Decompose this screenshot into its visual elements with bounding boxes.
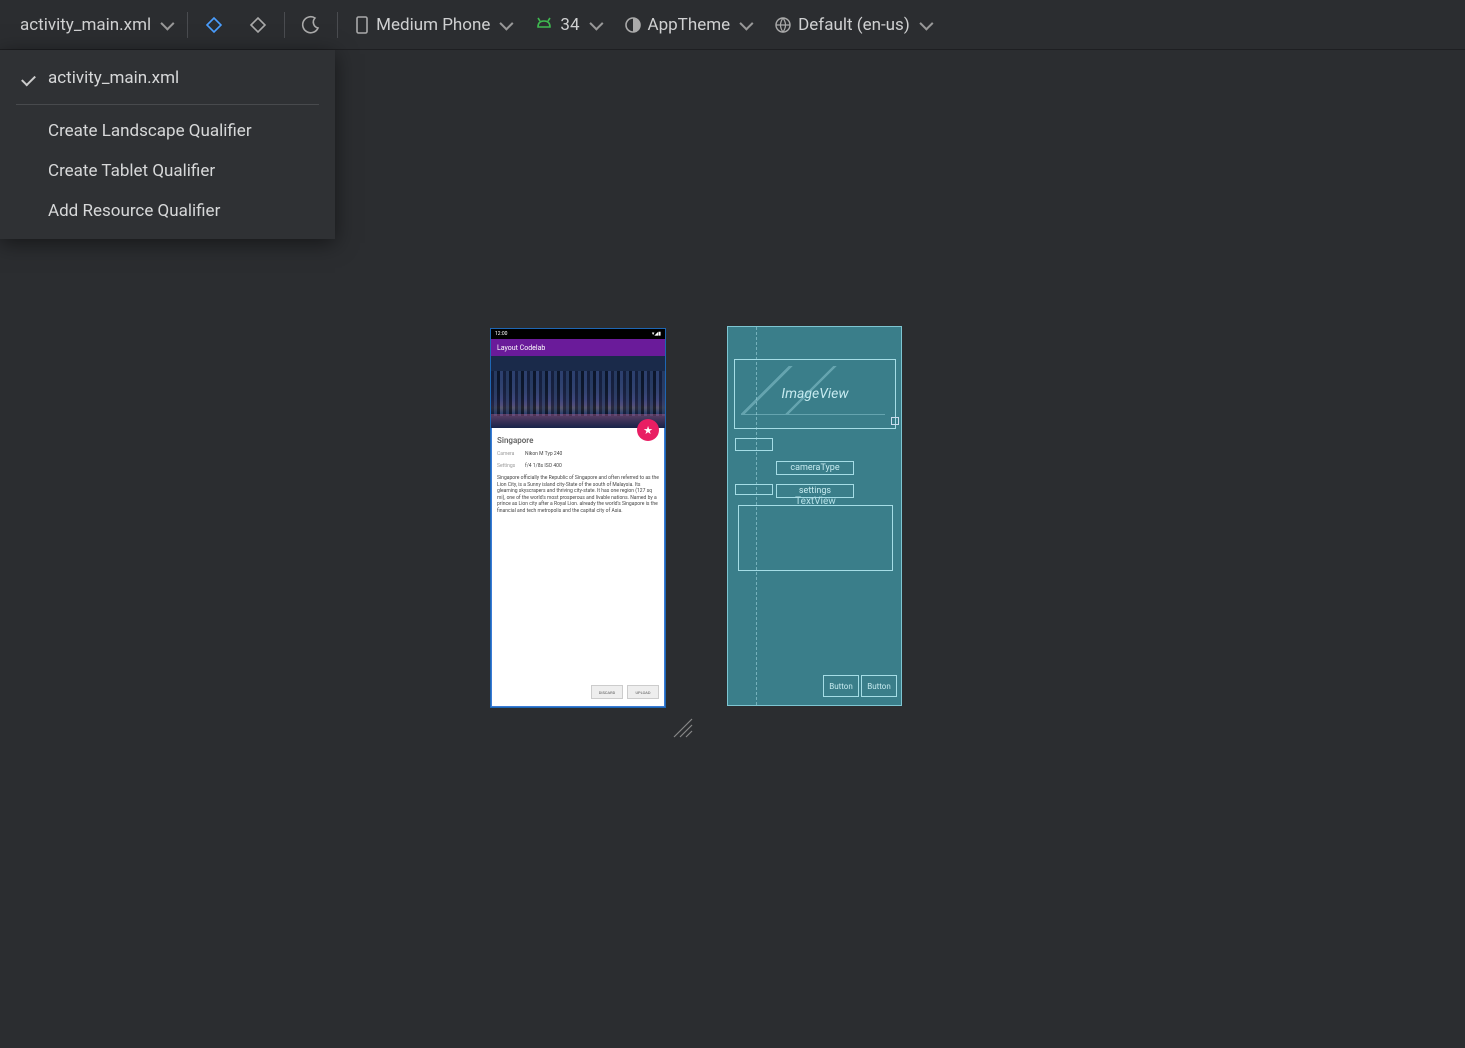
menu-item-landscape[interactable]: Create Landscape Qualifier [0,111,335,151]
design-toolbar: activity_main.xml Medium Phone 34 [0,0,1465,50]
settings-label: Settings [497,463,519,469]
menu-separator [16,104,319,105]
globe-icon [774,16,792,34]
preview-upload-button: UPLOAD [627,685,659,699]
blueprint-resize-handle[interactable] [891,417,899,425]
blueprint-label: Button [867,682,891,691]
theme-dropdown[interactable]: AppTheme [612,9,763,41]
menu-item-label: activity_main.xml [48,68,179,88]
chevron-down-icon [589,16,603,30]
check-placeholder [20,164,38,178]
preview-discard-button: DISCARD [591,685,623,699]
check-placeholder [20,124,38,138]
chevron-down-icon [160,16,174,30]
phone-icon [354,15,370,35]
blueprint-label: ImageView [781,386,848,402]
blueprint-button[interactable]: Button [823,675,859,697]
camera-label: Camera [497,451,519,457]
status-time: 12:00 [495,331,507,337]
locale-label: Default (en-us) [798,15,910,35]
toolbar-divider [187,12,188,38]
device-label: Medium Phone [376,15,490,35]
menu-item-label: Add Resource Qualifier [48,201,220,221]
layout-variants-menu: activity_main.xml Create Landscape Quali… [0,50,335,239]
blueprint-button[interactable]: Button [861,675,897,697]
preview-fab [637,419,659,441]
night-mode-toggle[interactable] [289,9,333,41]
preview-heading: Singapore [497,436,659,445]
preview-app-bar: Layout Codelab [491,339,665,356]
blueprint-label: cameraType [790,463,839,473]
chevron-down-icon [500,16,514,30]
android-icon [534,15,554,35]
orientation-toggle[interactable] [236,9,280,41]
blueprint-textview[interactable]: TextView [738,505,893,571]
canvas-resize-handle[interactable] [670,715,696,741]
preview-settings-row: Settings f/4 1/8s ISO 400 [497,463,659,469]
menu-item-label: Create Tablet Qualifier [48,161,215,181]
api-dropdown[interactable]: 34 [522,9,611,41]
layout-file-name: activity_main.xml [20,15,151,35]
toolbar-divider [337,12,338,38]
preview-status-bar: 12:00 ▾◢▮ [491,329,665,339]
menu-item-resource[interactable]: Add Resource Qualifier [0,191,335,231]
layout-file-dropdown[interactable]: activity_main.xml [8,9,183,41]
preview-paragraph: Singapore officially the Republic of Sin… [497,475,659,514]
check-icon [20,71,38,85]
orientation-icon [248,15,268,35]
app-title: Layout Codelab [497,344,545,352]
blueprint-surface[interactable]: ImageView cameraType settings TextView B… [727,326,902,706]
chevron-down-icon [919,16,933,30]
settings-value: f/4 1/8s ISO 400 [525,463,562,469]
camera-value: Nikon M Typ 240 [525,451,562,457]
blueprint-label-box[interactable] [735,484,773,495]
blueprint-label-box[interactable] [735,438,773,451]
blueprint-camera-text[interactable]: cameraType [776,461,854,475]
toolbar-divider [284,12,285,38]
design-surface-icon [204,15,224,35]
preview-content: Singapore Camera Nikon M Typ 240 Setting… [491,428,665,522]
theme-label: AppTheme [648,15,731,35]
chevron-down-icon [739,16,753,30]
locale-dropdown[interactable]: Default (en-us) [762,9,942,41]
preview-camera-row: Camera Nikon M Typ 240 [497,451,659,457]
device-dropdown[interactable]: Medium Phone [342,9,522,41]
blueprint-label: settings [799,486,831,496]
menu-item-tablet[interactable]: Create Tablet Qualifier [0,151,335,191]
blueprint-label: Button [829,682,853,691]
api-level: 34 [560,15,579,35]
preview-buttons: DISCARD UPLOAD [591,685,659,699]
theme-icon [624,16,642,34]
moon-icon [301,15,321,35]
blueprint-image-view[interactable]: ImageView [734,359,896,429]
menu-item-current-layout[interactable]: activity_main.xml [0,58,335,98]
check-placeholder [20,204,38,218]
design-blueprint-toggle[interactable] [192,9,236,41]
status-icons: ▾◢▮ [652,331,661,337]
preview-hero-image [491,356,665,428]
design-surface[interactable]: 12:00 ▾◢▮ Layout Codelab Singapore Camer… [490,328,666,708]
menu-item-label: Create Landscape Qualifier [48,121,252,141]
blueprint-label: TextView [795,496,836,507]
